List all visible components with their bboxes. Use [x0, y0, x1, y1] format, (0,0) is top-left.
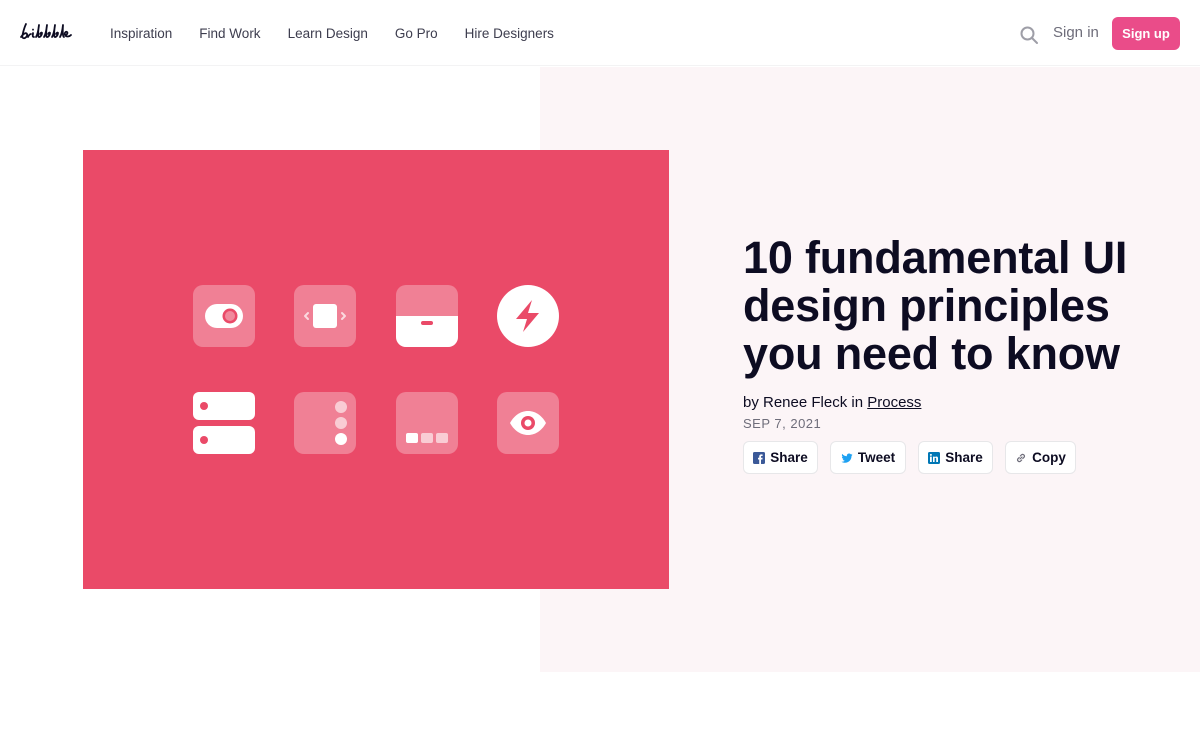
share-label: Share — [770, 450, 808, 465]
article-date: SEP 7, 2021 — [743, 416, 822, 431]
top-nav-bar: Inspiration Find Work Learn Design Go Pr… — [0, 0, 1200, 66]
main-nav: Inspiration Find Work Learn Design Go Pr… — [110, 0, 581, 66]
list-icon — [193, 392, 255, 454]
twitter-icon — [841, 452, 853, 464]
eye-icon — [497, 392, 559, 454]
progress-icon — [396, 392, 458, 454]
dribbble-logo[interactable] — [19, 20, 85, 46]
lightning-icon — [497, 285, 559, 347]
article-byline: by Renee Fleck in Process — [743, 394, 921, 411]
card-icon — [396, 285, 458, 347]
nav-learn-design[interactable]: Learn Design — [288, 26, 368, 41]
linkedin-share-button[interactable]: Share — [918, 441, 993, 474]
carousel-icon — [294, 285, 356, 347]
link-icon — [1015, 452, 1027, 464]
copy-label: Copy — [1032, 450, 1066, 465]
nav-inspiration[interactable]: Inspiration — [110, 26, 172, 41]
sign-in-link[interactable]: Sign in — [1053, 24, 1099, 41]
search-icon[interactable] — [1019, 25, 1039, 45]
twitter-share-button[interactable]: Tweet — [830, 441, 906, 474]
copy-link-button[interactable]: Copy — [1005, 441, 1076, 474]
hero-image — [83, 150, 669, 589]
facebook-icon — [753, 451, 766, 464]
tweet-label: Tweet — [857, 450, 896, 465]
facebook-share-button[interactable]: Share — [743, 441, 818, 474]
sign-up-button[interactable]: Sign up — [1112, 17, 1180, 50]
toggle-icon — [193, 285, 255, 347]
article-title: 10 fundamental UI design principles you … — [743, 232, 1128, 379]
pagination-dots-icon — [294, 392, 356, 454]
share-label: Share — [945, 450, 983, 465]
category-link[interactable]: Process — [867, 394, 921, 411]
share-buttons: Share Tweet Share Copy — [743, 441, 1088, 474]
nav-hire-designers[interactable]: Hire Designers — [465, 26, 554, 41]
linkedin-icon — [928, 451, 941, 464]
nav-find-work[interactable]: Find Work — [199, 26, 260, 41]
nav-go-pro[interactable]: Go Pro — [395, 26, 438, 41]
byline-author: by Renee Fleck in — [743, 394, 864, 411]
